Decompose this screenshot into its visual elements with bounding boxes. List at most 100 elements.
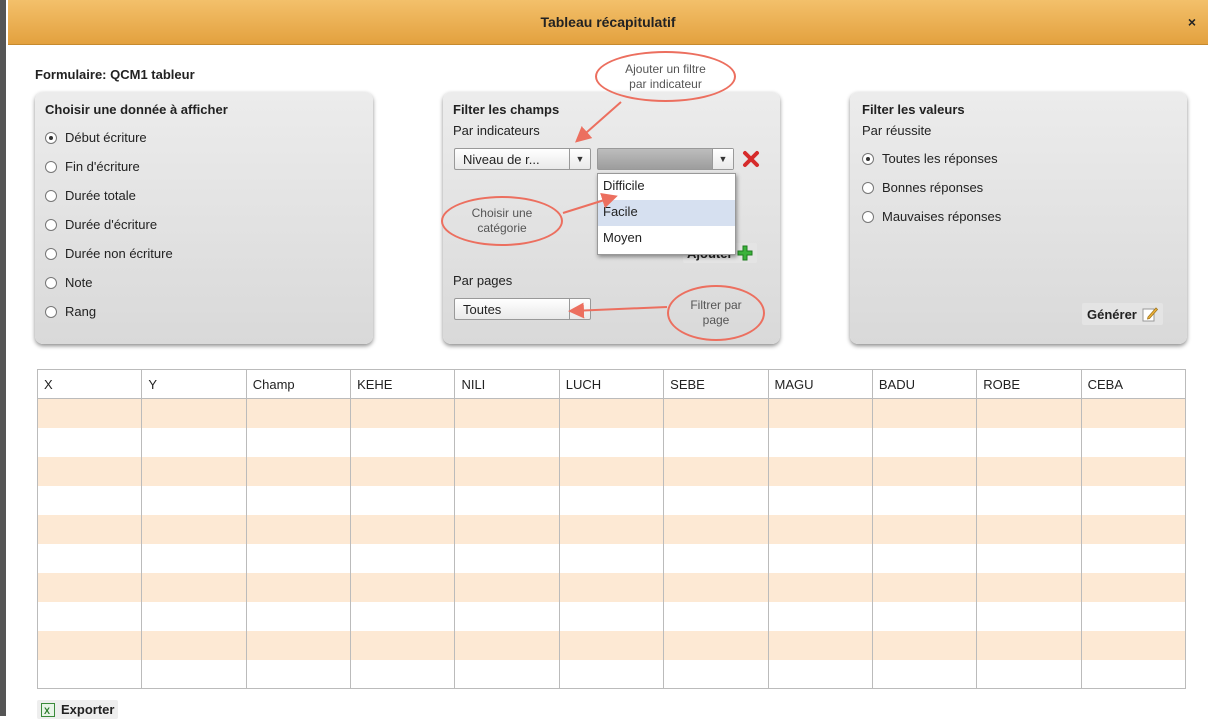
table-cell[interactable]	[245, 572, 352, 602]
table-cell[interactable]	[36, 601, 143, 631]
table-cell[interactable]	[976, 398, 1082, 428]
table-cell[interactable]	[36, 427, 143, 457]
table-cell[interactable]	[1080, 427, 1187, 457]
table-cell[interactable]	[767, 398, 873, 428]
table-cell[interactable]	[1080, 485, 1187, 515]
table-cell[interactable]	[558, 543, 665, 573]
column-header-magu[interactable]: MAGU	[767, 369, 873, 399]
radio-duree-ecriture[interactable]: Durée d'écriture	[45, 217, 157, 232]
table-cell[interactable]	[871, 601, 978, 631]
table-cell[interactable]	[976, 572, 1082, 602]
table-cell[interactable]	[350, 572, 456, 602]
column-header-sebe[interactable]: SEBE	[663, 369, 769, 399]
table-cell[interactable]	[454, 427, 560, 457]
table-cell[interactable]	[558, 601, 665, 631]
table-cell[interactable]	[663, 543, 769, 573]
table-cell[interactable]	[36, 659, 143, 689]
table-cell[interactable]	[871, 572, 978, 602]
table-cell[interactable]	[1080, 514, 1187, 544]
indicator-select[interactable]: Niveau de r... ▼	[454, 148, 591, 170]
column-header-x[interactable]: X	[36, 369, 143, 399]
option-difficile[interactable]: Difficile	[598, 174, 735, 200]
table-cell[interactable]	[36, 398, 143, 428]
table-cell[interactable]	[141, 572, 247, 602]
table-cell[interactable]	[141, 543, 247, 573]
table-cell[interactable]	[663, 659, 769, 689]
column-header-badu[interactable]: BADU	[871, 369, 978, 399]
table-cell[interactable]	[558, 659, 665, 689]
remove-filter-button[interactable]	[741, 149, 761, 169]
table-cell[interactable]	[141, 485, 247, 515]
table-cell[interactable]	[663, 456, 769, 486]
table-cell[interactable]	[663, 514, 769, 544]
table-cell[interactable]	[976, 514, 1082, 544]
table-cell[interactable]	[1080, 659, 1187, 689]
radio-bonnes-reponses[interactable]: Bonnes réponses	[862, 180, 983, 195]
table-cell[interactable]	[350, 485, 456, 515]
radio-duree-totale[interactable]: Durée totale	[45, 188, 136, 203]
table-cell[interactable]	[1080, 398, 1187, 428]
table-cell[interactable]	[663, 485, 769, 515]
table-cell[interactable]	[558, 456, 665, 486]
table-cell[interactable]	[976, 485, 1082, 515]
table-cell[interactable]	[558, 572, 665, 602]
radio-toutes-reponses[interactable]: Toutes les réponses	[862, 151, 998, 166]
table-cell[interactable]	[350, 601, 456, 631]
table-cell[interactable]	[558, 514, 665, 544]
radio-rang[interactable]: Rang	[45, 304, 96, 319]
table-cell[interactable]	[976, 601, 1082, 631]
table-cell[interactable]	[1080, 630, 1187, 660]
table-cell[interactable]	[350, 456, 456, 486]
table-cell[interactable]	[663, 398, 769, 428]
table-cell[interactable]	[36, 543, 143, 573]
table-cell[interactable]	[141, 601, 247, 631]
table-cell[interactable]	[36, 514, 143, 544]
table-cell[interactable]	[350, 659, 456, 689]
table-cell[interactable]	[767, 543, 873, 573]
column-header-kehe[interactable]: KEHE	[350, 369, 456, 399]
radio-mauvaises-reponses[interactable]: Mauvaises réponses	[862, 209, 1001, 224]
table-cell[interactable]	[141, 514, 247, 544]
table-cell[interactable]	[454, 601, 560, 631]
table-cell[interactable]	[767, 659, 873, 689]
table-cell[interactable]	[245, 398, 352, 428]
table-cell[interactable]	[245, 485, 352, 515]
table-cell[interactable]	[454, 456, 560, 486]
table-cell[interactable]	[245, 659, 352, 689]
pages-select[interactable]: Toutes ▼	[454, 298, 591, 320]
table-cell[interactable]	[558, 427, 665, 457]
table-cell[interactable]	[454, 659, 560, 689]
table-cell[interactable]	[767, 514, 873, 544]
table-cell[interactable]	[871, 659, 978, 689]
table-cell[interactable]	[767, 485, 873, 515]
column-header-nili[interactable]: NILI	[454, 369, 560, 399]
radio-note[interactable]: Note	[45, 275, 92, 290]
table-cell[interactable]	[767, 427, 873, 457]
table-cell[interactable]	[245, 630, 352, 660]
table-cell[interactable]	[245, 601, 352, 631]
table-cell[interactable]	[36, 572, 143, 602]
table-cell[interactable]	[350, 630, 456, 660]
table-cell[interactable]	[454, 514, 560, 544]
radio-fin-ecriture[interactable]: Fin d'écriture	[45, 159, 140, 174]
table-cell[interactable]	[1080, 572, 1187, 602]
table-cell[interactable]	[663, 630, 769, 660]
table-cell[interactable]	[663, 601, 769, 631]
table-cell[interactable]	[1080, 456, 1187, 486]
table-cell[interactable]	[245, 514, 352, 544]
radio-duree-non-ecriture[interactable]: Durée non écriture	[45, 246, 173, 261]
table-cell[interactable]	[141, 398, 247, 428]
table-cell[interactable]	[767, 630, 873, 660]
table-cell[interactable]	[141, 630, 247, 660]
table-cell[interactable]	[767, 456, 873, 486]
category-select[interactable]: ▼	[597, 148, 734, 170]
table-cell[interactable]	[976, 427, 1082, 457]
table-cell[interactable]	[454, 543, 560, 573]
table-cell[interactable]	[976, 630, 1082, 660]
table-cell[interactable]	[454, 630, 560, 660]
table-cell[interactable]	[976, 659, 1082, 689]
column-header-champ[interactable]: Champ	[245, 369, 352, 399]
table-cell[interactable]	[454, 572, 560, 602]
table-cell[interactable]	[141, 456, 247, 486]
table-cell[interactable]	[558, 398, 665, 428]
